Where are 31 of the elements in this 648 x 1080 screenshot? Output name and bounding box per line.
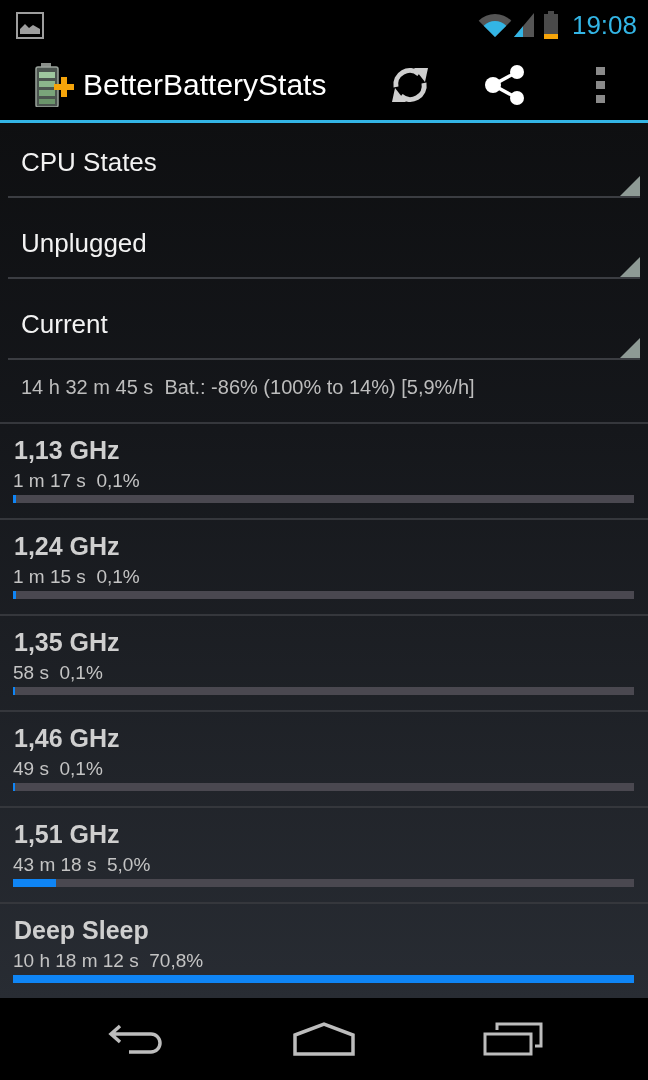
state-reading: 49 s 0,1% bbox=[13, 758, 103, 780]
share-icon bbox=[485, 65, 525, 105]
state-name: 1,13 GHz bbox=[13, 436, 120, 464]
state-name: 1,51 GHz bbox=[13, 820, 120, 848]
corner-triangle-icon bbox=[620, 338, 640, 358]
state-reading: 43 m 18 s 5,0% bbox=[13, 854, 151, 876]
summary-text: 14 h 32 m 45 s Bat.: -86% (100% to 14%) [5,9%/h] bbox=[20, 375, 476, 400]
dropdown[interactable]: CPU States bbox=[8, 123, 640, 198]
clock-time: 19:08 bbox=[571, 12, 637, 38]
home-icon bbox=[293, 1022, 355, 1056]
battery-plus-icon bbox=[34, 63, 74, 107]
state-reading: 10 h 18 m 12 s 70,8% bbox=[13, 950, 204, 972]
state-reading: 58 s 0,1% bbox=[13, 662, 103, 684]
app-title: BetterBatteryStats bbox=[83, 68, 327, 102]
state-name: Deep Sleep bbox=[13, 916, 149, 944]
corner-triangle-icon bbox=[620, 176, 640, 196]
battery-icon bbox=[543, 11, 558, 39]
more-icon bbox=[595, 67, 605, 103]
dropdown[interactable]: Unplugged bbox=[8, 204, 640, 279]
state-reading: 1 m 15 s 0,1% bbox=[13, 566, 140, 588]
state-reading: 1 m 17 s 0,1% bbox=[13, 470, 140, 492]
corner-triangle-icon bbox=[620, 257, 640, 277]
image-icon bbox=[16, 11, 44, 39]
dropdown[interactable]: Current bbox=[8, 285, 640, 360]
signal-icon bbox=[513, 13, 534, 37]
recent-apps-icon bbox=[483, 1022, 543, 1056]
state-name: 1,46 GHz bbox=[13, 724, 120, 752]
back-icon bbox=[107, 1022, 163, 1056]
state-name: 1,24 GHz bbox=[13, 532, 120, 560]
state-name: 1,35 GHz bbox=[13, 628, 120, 656]
wifi-icon bbox=[477, 13, 512, 37]
